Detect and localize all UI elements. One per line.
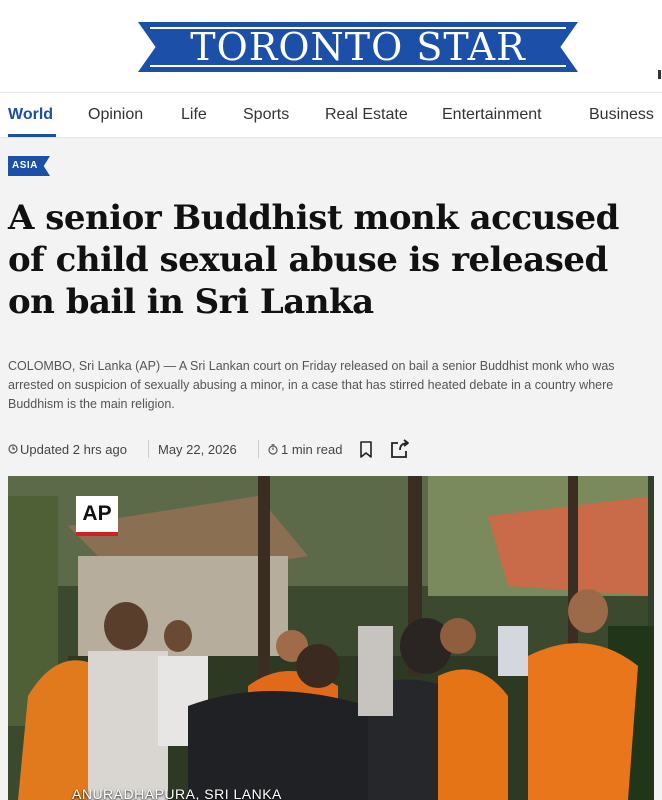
scroll-indicator (658, 70, 661, 79)
masthead: TORONTO STAR (0, 0, 662, 92)
ap-logo: AP (76, 496, 118, 536)
nav-item-business[interactable]: Business (589, 105, 654, 125)
article-headline: A senior Buddhist monk accused of child … (8, 198, 619, 322)
publish-date: May 22, 2026 (158, 442, 237, 457)
meta-divider (258, 440, 259, 458)
share-icon[interactable] (390, 439, 410, 459)
nav-item-sports[interactable]: Sports (243, 105, 289, 125)
toronto-star-logo[interactable]: TORONTO STAR (138, 22, 578, 72)
nav-item-life[interactable]: Life (181, 105, 207, 125)
nav-item-entertainment[interactable]: Entertainment (442, 105, 542, 125)
video-player[interactable]: AP ANURADHAPURA, SRI LANKA (8, 476, 654, 800)
section-tag-asia[interactable]: ASIA (8, 156, 50, 176)
timer-icon (268, 444, 278, 455)
read-time: 1 min read (281, 442, 343, 457)
article-summary: COLOMBO, Sri Lanka (AP) — A Sri Lankan c… (8, 359, 615, 411)
nav-item-world[interactable]: World (8, 105, 53, 125)
bookmark-icon[interactable] (360, 441, 372, 458)
article-meta: Updated 2 hrs ago May 22, 2026 1 min rea… (8, 438, 428, 462)
updated-time: Updated 2 hrs ago (20, 442, 127, 457)
active-tab-indicator (8, 134, 56, 137)
nav-item-real-estate[interactable]: Real Estate (325, 105, 408, 125)
section-nav: World Opinion Life Sports Real Estate En… (0, 92, 662, 138)
logo-text: TORONTO STAR (190, 25, 526, 69)
meta-divider (148, 440, 149, 458)
video-location-caption: ANURADHAPURA, SRI LANKA (72, 786, 282, 800)
refresh-clock-icon (8, 444, 18, 454)
nav-item-opinion[interactable]: Opinion (88, 105, 143, 125)
